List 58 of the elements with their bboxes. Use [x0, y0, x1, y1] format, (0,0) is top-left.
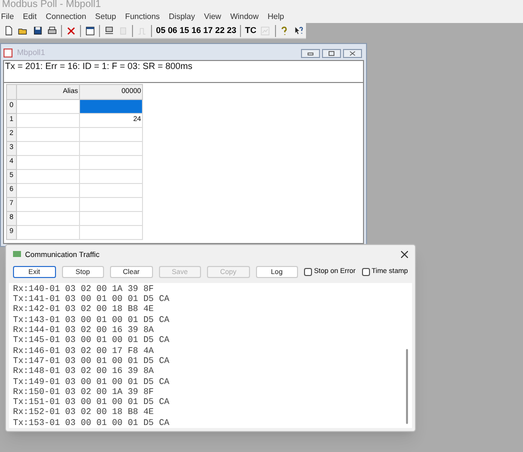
value-cell[interactable]	[80, 226, 142, 240]
log-line: Tx:143-01 03 00 01 00 01 D5 CA	[13, 314, 170, 326]
log-line: Rx:140-01 03 02 00 1A 39 8F	[13, 284, 155, 294]
log-line: Tx:151-01 03 00 01 00 01 D5 CA	[13, 397, 170, 408]
close-icon	[349, 50, 356, 56]
menu-item[interactable]: File	[1, 10, 14, 22]
alias-cell[interactable]	[16, 100, 80, 114]
log-line: Rx:150-01 03 02 00 1A 39 8F	[13, 386, 155, 398]
menu-item[interactable]: Display	[168, 10, 195, 22]
minimize-button[interactable]	[301, 48, 320, 58]
alias-cell[interactable]	[16, 142, 80, 156]
log-line: Rx:152-01 03 02 00 18 B8 4E	[13, 407, 155, 418]
value-cell[interactable]	[80, 100, 142, 114]
value-cell[interactable]	[80, 184, 142, 198]
alias-cell[interactable]	[16, 184, 80, 198]
toolbar-text-button[interactable]: 05 06 15 16 17 22 23	[154, 26, 238, 35]
close-button[interactable]	[343, 48, 362, 58]
log-line: Rx:144-01 03 02 00 16 39 8A	[13, 325, 155, 336]
menu-item[interactable]: View	[204, 10, 222, 22]
menu-item[interactable]: Edit	[22, 10, 37, 22]
alias-cell[interactable]	[16, 198, 80, 212]
log-line: Rx:142-01 03 02 00 18 B8 4E	[13, 304, 155, 315]
restore-button[interactable]	[322, 48, 341, 58]
alias-cell[interactable]	[16, 170, 80, 184]
restore-icon	[328, 50, 335, 56]
log-line: Rx:146-01 03 02 00 17 F8 4A	[13, 346, 155, 356]
menu-item[interactable]: Functions	[125, 10, 160, 22]
alias-cell[interactable]	[16, 212, 80, 226]
close-icon[interactable]	[401, 250, 408, 258]
corner-cell	[6, 84, 16, 100]
log-line: Tx:149-01 03 00 01 00 01 D5 CA	[13, 376, 170, 387]
value-cell[interactable]	[80, 170, 142, 184]
value-cell[interactable]	[80, 198, 142, 212]
menu-item[interactable]: Help	[268, 10, 284, 22]
menu-item[interactable]: Window	[230, 10, 259, 22]
log-line: Tx:141-01 03 00 01 00 01 D5 CA	[13, 294, 170, 304]
window-title: Modbus Poll - Mbpoll1	[1, 0, 101, 10]
value-cell[interactable]	[80, 156, 142, 170]
menu-item[interactable]: Connection	[46, 10, 86, 22]
menu-item[interactable]: Setup	[95, 10, 116, 22]
checkbox[interactable]	[362, 268, 370, 276]
log-line: Tx:147-01 03 00 01 00 01 D5 CA	[13, 356, 170, 366]
log-line: Tx:153-01 03 00 01 00 01 D5 CA	[13, 418, 170, 428]
child-window-title: Mbpoll1	[17, 47, 46, 59]
value-cell[interactable]	[80, 128, 142, 142]
alias-cell[interactable]	[16, 114, 80, 128]
log-line: Tx:145-01 03 00 01 00 01 D5 CA	[13, 335, 170, 346]
alias-cell[interactable]	[16, 156, 80, 170]
minimize-icon	[307, 50, 314, 56]
value-cell[interactable]	[80, 142, 142, 156]
status-text: Tx = 201: Err = 16: ID = 1: F = 03: SR = 800ms	[4, 61, 363, 83]
log-line: Rx:148-01 03 02 00 16 39 8A	[13, 366, 155, 377]
alias-cell[interactable]	[16, 226, 80, 240]
toolbar-text-button[interactable]: TC	[243, 26, 258, 35]
alias-cell[interactable]	[16, 128, 80, 142]
checkbox[interactable]	[304, 268, 312, 276]
value-cell[interactable]	[80, 212, 142, 226]
scrollbar[interactable]	[406, 349, 408, 424]
